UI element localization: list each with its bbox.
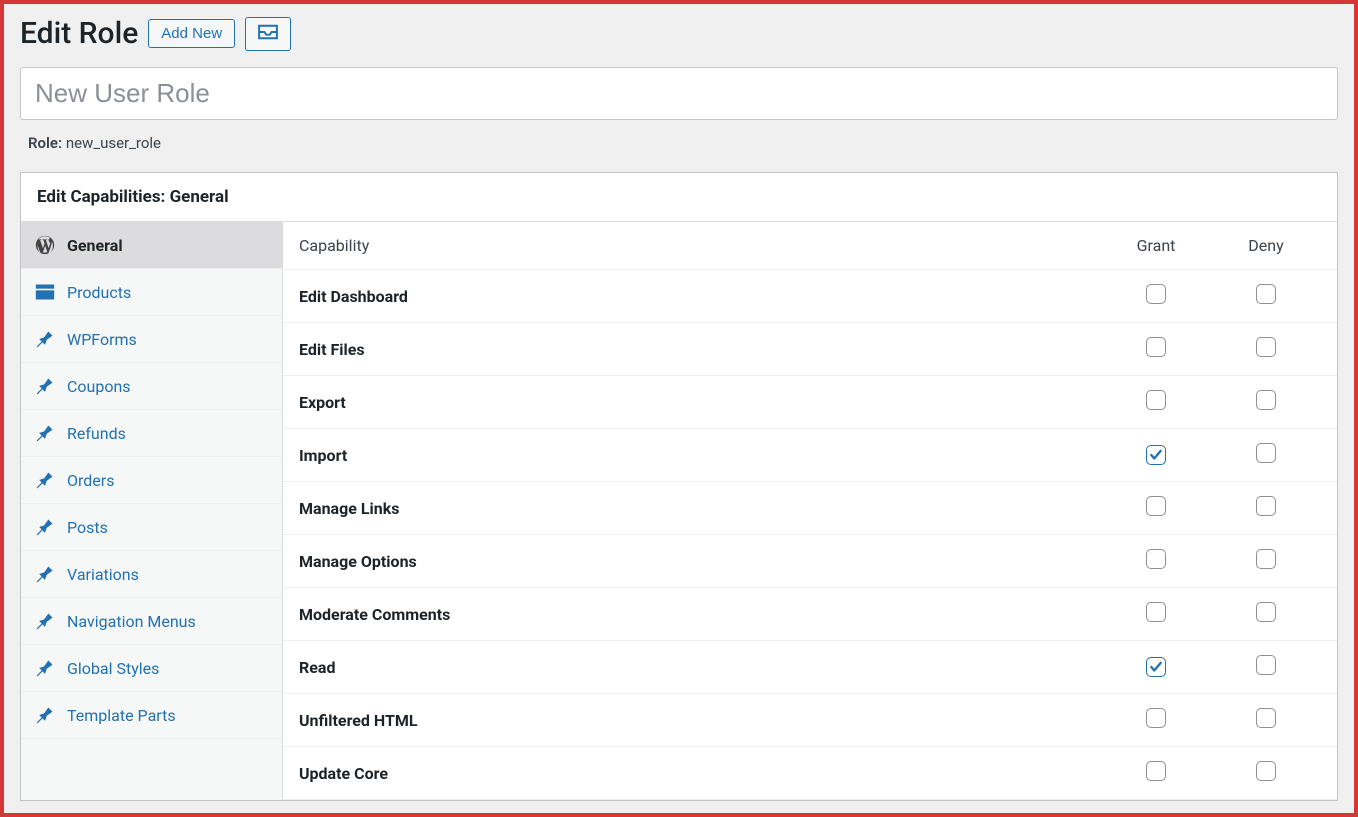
capability-row: Moderate Comments <box>283 588 1337 641</box>
capability-row: Manage Links <box>283 482 1337 535</box>
grant-checkbox[interactable] <box>1146 761 1166 781</box>
pin-icon <box>35 611 55 631</box>
grant-checkbox[interactable] <box>1146 390 1166 410</box>
sidebar-item-label: Global Styles <box>67 659 159 678</box>
deny-checkbox[interactable] <box>1256 602 1276 622</box>
sidebar-item-navigation-menus[interactable]: Navigation Menus <box>21 598 282 645</box>
sidebar-item-global-styles[interactable]: Global Styles <box>21 645 282 692</box>
capability-row: Import <box>283 429 1337 482</box>
deny-checkbox[interactable] <box>1256 655 1276 675</box>
capabilities-sidebar: General Products WPForms Coupons Refunds Orde… <box>21 222 283 800</box>
grant-checkbox[interactable] <box>1146 657 1166 677</box>
role-name-input[interactable] <box>20 67 1338 120</box>
capability-row: Unfiltered HTML <box>283 694 1337 747</box>
sidebar-item-label: Products <box>67 283 131 302</box>
capability-row: Read <box>283 641 1337 694</box>
sidebar-item-refunds[interactable]: Refunds <box>21 410 282 457</box>
pin-icon <box>35 658 55 678</box>
inbox-button[interactable] <box>245 17 291 51</box>
sidebar-item-label: Variations <box>67 565 139 584</box>
role-slug-label: Role: <box>28 134 62 152</box>
grant-checkbox[interactable] <box>1146 337 1166 357</box>
role-slug-value: new_user_role <box>66 134 161 152</box>
panel-title: Edit Capabilities: General <box>21 173 1337 222</box>
deny-checkbox[interactable] <box>1256 708 1276 728</box>
deny-checkbox[interactable] <box>1256 284 1276 304</box>
pin-icon <box>35 517 55 537</box>
page-title: Edit Role <box>20 16 138 51</box>
col-capability: Capability <box>299 236 1101 255</box>
capabilities-panel: Edit Capabilities: General General Produc… <box>20 172 1338 801</box>
col-grant: Grant <box>1101 236 1211 255</box>
capability-row: Edit Dashboard <box>283 270 1337 323</box>
sidebar-item-coupons[interactable]: Coupons <box>21 363 282 410</box>
capability-name: Manage Links <box>299 499 1101 518</box>
sidebar-item-posts[interactable]: Posts <box>21 504 282 551</box>
capabilities-table: Capability Grant Deny Edit Dashboard Edit… <box>283 222 1337 800</box>
sidebar-item-products[interactable]: Products <box>21 269 282 316</box>
sidebar-item-label: WPForms <box>67 330 137 349</box>
archive-icon <box>35 282 55 302</box>
grant-checkbox[interactable] <box>1146 284 1166 304</box>
grant-checkbox[interactable] <box>1146 496 1166 516</box>
capability-name: Import <box>299 446 1101 465</box>
deny-checkbox[interactable] <box>1256 390 1276 410</box>
pin-icon <box>35 564 55 584</box>
capability-row: Edit Files <box>283 323 1337 376</box>
sidebar-item-label: Template Parts <box>67 706 176 725</box>
sidebar-item-variations[interactable]: Variations <box>21 551 282 598</box>
sidebar-item-label: Refunds <box>67 424 126 443</box>
col-deny: Deny <box>1211 236 1321 255</box>
sidebar-item-label: General <box>67 236 123 255</box>
capability-name: Edit Dashboard <box>299 287 1101 306</box>
sidebar-item-orders[interactable]: Orders <box>21 457 282 504</box>
pin-icon <box>35 423 55 443</box>
table-header-row: Capability Grant Deny <box>283 222 1337 270</box>
grant-checkbox[interactable] <box>1146 445 1166 465</box>
grant-checkbox[interactable] <box>1146 602 1166 622</box>
pin-icon <box>35 329 55 349</box>
pin-icon <box>35 470 55 490</box>
grant-checkbox[interactable] <box>1146 549 1166 569</box>
sidebar-item-wpforms[interactable]: WPForms <box>21 316 282 363</box>
grant-checkbox[interactable] <box>1146 708 1166 728</box>
pin-icon <box>35 376 55 396</box>
pin-icon <box>35 705 55 725</box>
sidebar-item-label: Navigation Menus <box>67 612 196 631</box>
capability-name: Manage Options <box>299 552 1101 571</box>
deny-checkbox[interactable] <box>1256 496 1276 516</box>
deny-checkbox[interactable] <box>1256 549 1276 569</box>
sidebar-item-general[interactable]: General <box>21 222 282 269</box>
capability-name: Update Core <box>299 764 1101 783</box>
capability-name: Export <box>299 393 1101 412</box>
capability-name: Edit Files <box>299 340 1101 359</box>
deny-checkbox[interactable] <box>1256 337 1276 357</box>
add-new-button[interactable]: Add New <box>148 19 235 48</box>
sidebar-item-label: Coupons <box>67 377 131 396</box>
inbox-icon <box>257 24 279 43</box>
deny-checkbox[interactable] <box>1256 761 1276 781</box>
capability-name: Unfiltered HTML <box>299 711 1101 730</box>
role-slug: Role: new_user_role <box>20 134 1338 152</box>
page-header: Edit Role Add New <box>20 16 1338 51</box>
capability-name: Read <box>299 658 1101 677</box>
sidebar-item-label: Posts <box>67 518 108 537</box>
deny-checkbox[interactable] <box>1256 443 1276 463</box>
capability-row: Manage Options <box>283 535 1337 588</box>
capability-name: Moderate Comments <box>299 605 1101 624</box>
wordpress-icon <box>35 235 55 255</box>
sidebar-item-label: Orders <box>67 471 114 490</box>
capability-row: Export <box>283 376 1337 429</box>
sidebar-item-template-parts[interactable]: Template Parts <box>21 692 282 739</box>
